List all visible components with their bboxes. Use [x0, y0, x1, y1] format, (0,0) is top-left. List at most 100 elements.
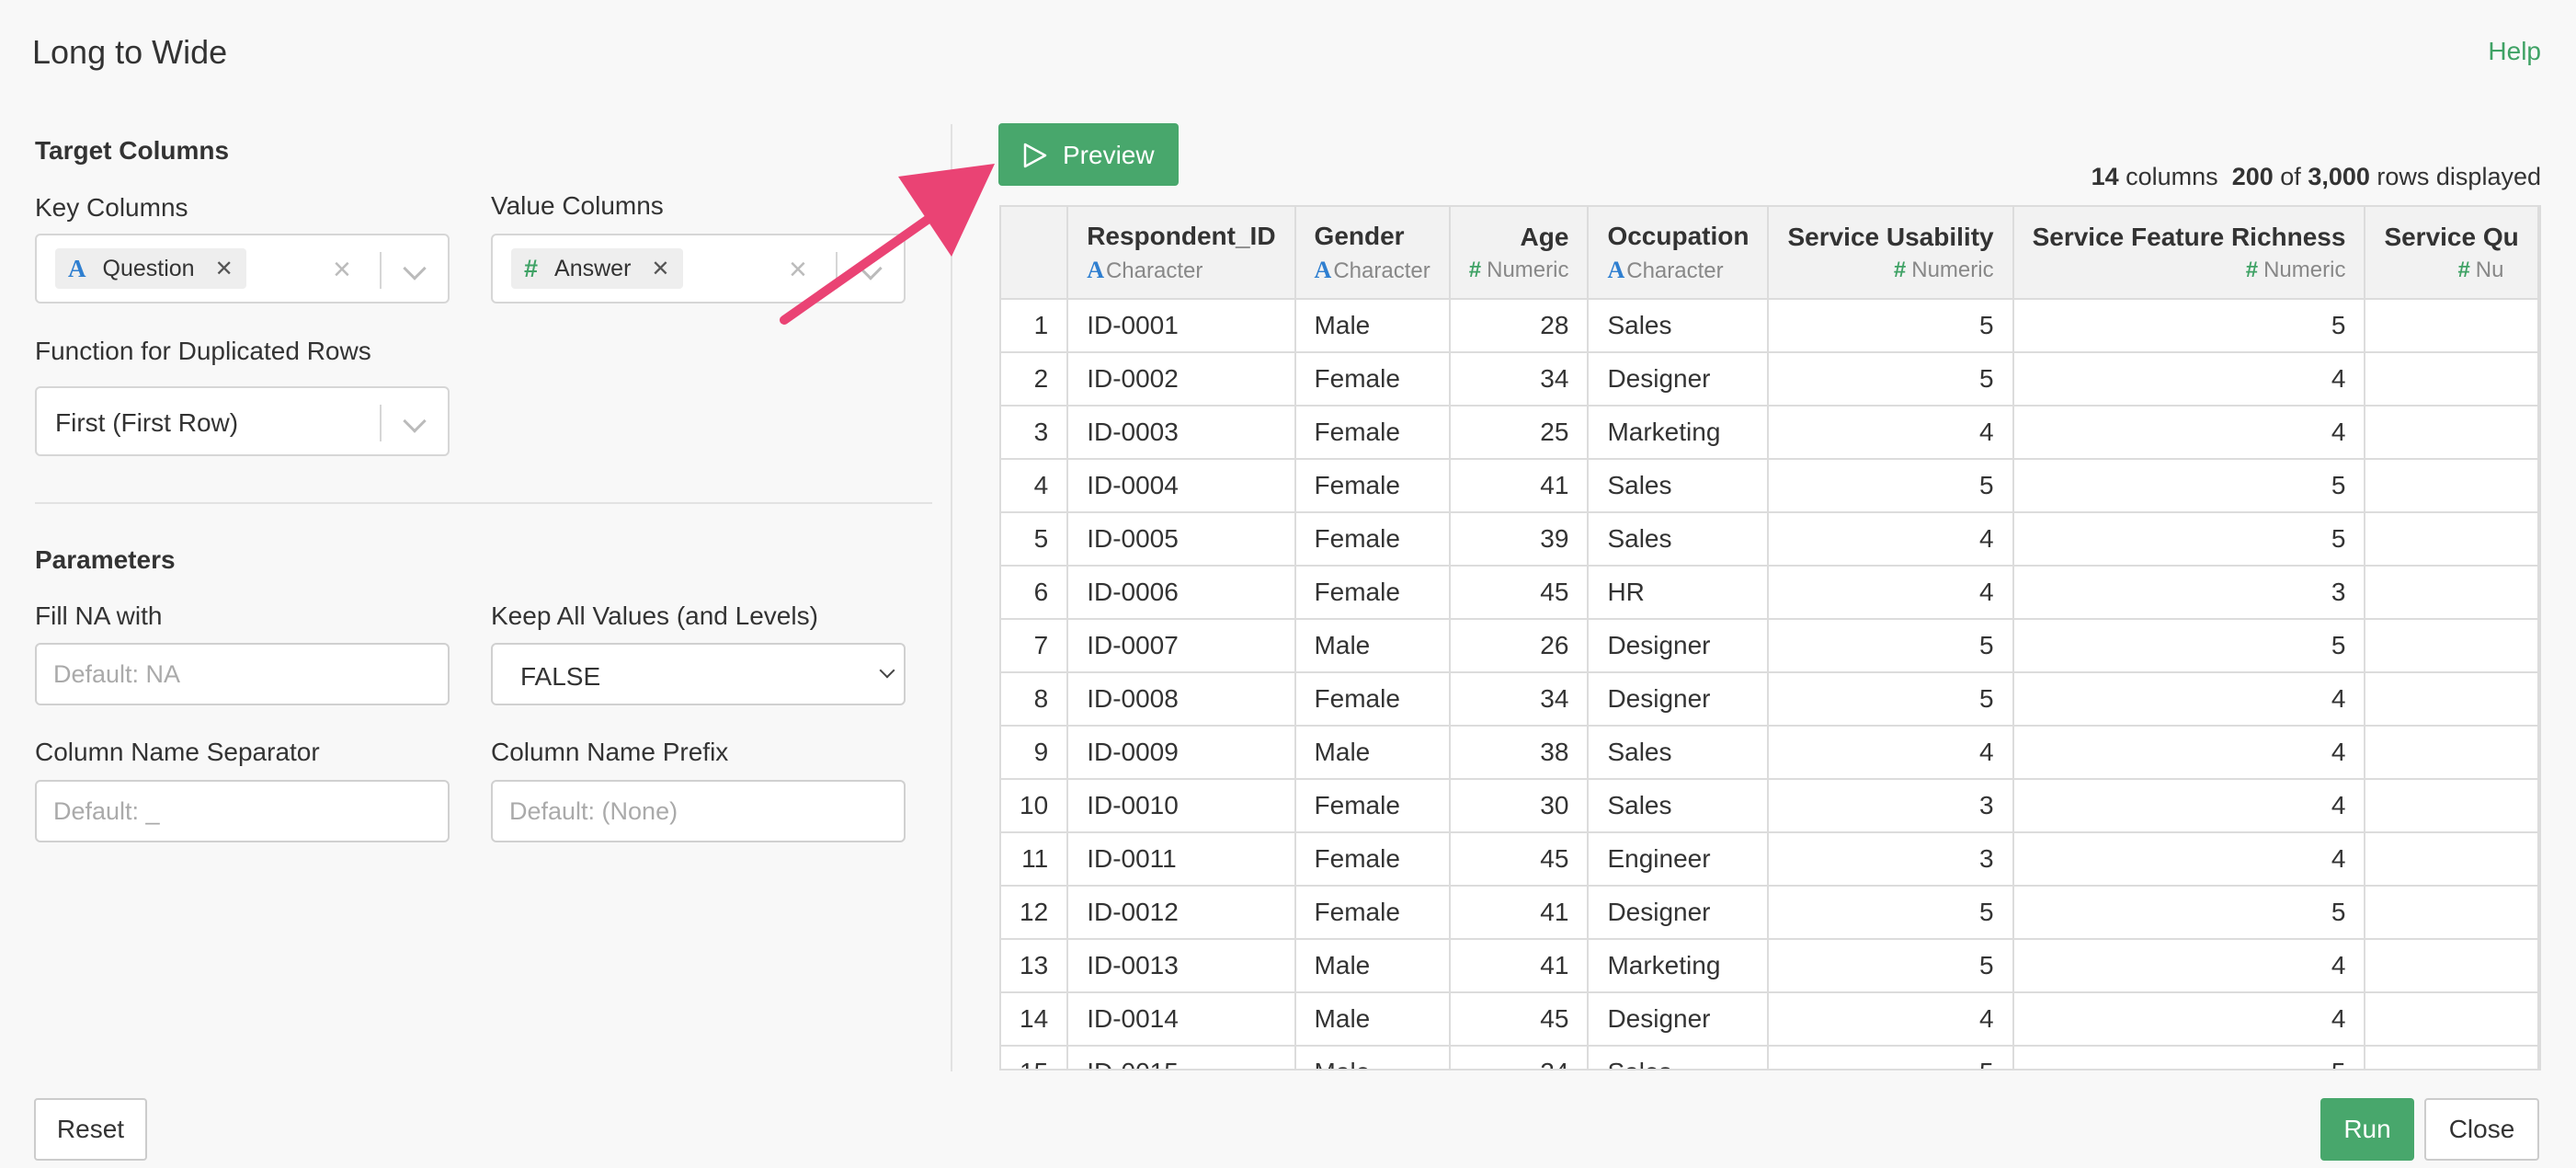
table-cell: 5 — [1768, 299, 2014, 353]
row-number: 9 — [1001, 726, 1069, 780]
table-row[interactable]: 11 ID-0011 Female 45 Engineer 3 4 — [1001, 832, 2539, 887]
clear-icon[interactable]: × — [789, 252, 807, 288]
table-row[interactable]: 13 ID-0013 Male 41 Marketing 5 4 — [1001, 939, 2539, 993]
table-cell: 24 — [1449, 1046, 1590, 1069]
table-cell: ID-0005 — [1067, 512, 1296, 567]
reset-button[interactable]: Reset — [34, 1098, 147, 1161]
close-button[interactable]: Close — [2424, 1098, 2539, 1161]
table-row[interactable]: 5 ID-0005 Female 39 Sales 4 5 — [1001, 512, 2539, 567]
data-grid[interactable]: Respondent_ID ACharacter Gender ACharact… — [999, 205, 2541, 1071]
table-cell: Designer — [1588, 992, 1770, 1047]
table-cell: Male — [1294, 992, 1451, 1047]
numeric-type-icon: # — [524, 254, 539, 282]
table-row[interactable]: 12 ID-0012 Female 41 Designer 5 5 — [1001, 886, 2539, 940]
table-cell: Female — [1294, 779, 1451, 833]
column-header[interactable]: Age # Numeric — [1449, 207, 1590, 300]
column-header[interactable]: Gender ACharacter — [1294, 207, 1451, 300]
chevron-down-icon[interactable] — [403, 257, 427, 281]
value-column-tag: # Answer ✕ — [511, 248, 683, 289]
numeric-type-icon: # — [2457, 257, 2470, 282]
table-cell: 5 — [2012, 619, 2366, 673]
column-header[interactable]: Occupation ACharacter — [1588, 207, 1770, 300]
table-cell: ID-0013 — [1067, 939, 1296, 993]
table-cell: 5 — [2012, 1046, 2366, 1069]
table-row[interactable]: 2 ID-0002 Female 34 Designer 5 4 — [1001, 352, 2539, 407]
character-type-icon: A — [1607, 256, 1625, 283]
table-row[interactable]: 6 ID-0006 Female 45 HR 4 3 — [1001, 566, 2539, 620]
remove-tag-icon[interactable]: ✕ — [215, 256, 234, 282]
rows-word: rows displayed — [2377, 163, 2541, 190]
table-cell: Female — [1294, 672, 1451, 727]
table-cell — [2365, 672, 2539, 727]
table-cell: 34 — [1449, 352, 1590, 407]
table-cell — [2365, 619, 2539, 673]
preview-button[interactable]: Preview — [998, 123, 1179, 186]
row-summary: 14 columns 200 of 3,000 rows displayed — [2092, 163, 2541, 191]
table-cell: Male — [1294, 939, 1451, 993]
table-cell: Sales — [1588, 459, 1770, 513]
table-cell: 45 — [1449, 832, 1590, 887]
table-row[interactable]: 7 ID-0007 Male 26 Designer 5 5 — [1001, 619, 2539, 673]
table-cell — [2365, 1046, 2539, 1069]
column-header[interactable]: Respondent_ID ACharacter — [1067, 207, 1296, 300]
column-header[interactable]: Service Feature Richness # Numeric — [2012, 207, 2366, 300]
table-cell: 45 — [1449, 992, 1590, 1047]
table-cell: 4 — [2012, 672, 2366, 727]
table-cell: 4 — [1768, 992, 2014, 1047]
preview-button-label: Preview — [1063, 141, 1155, 169]
table-cell: ID-0006 — [1067, 566, 1296, 620]
row-number: 10 — [1001, 779, 1069, 833]
column-header-type: Nu — [2475, 257, 2504, 282]
table-row[interactable]: 9 ID-0009 Male 38 Sales 4 4 — [1001, 726, 2539, 780]
help-link[interactable]: Help — [2488, 37, 2541, 66]
chevron-down-icon[interactable] — [859, 257, 883, 281]
key-columns-select[interactable]: A Question ✕ × — [35, 234, 450, 303]
table-cell: Sales — [1588, 299, 1770, 353]
column-header-name: Gender — [1314, 221, 1405, 250]
table-cell: Engineer — [1588, 832, 1770, 887]
value-column-tag-label: Answer — [554, 255, 632, 281]
value-columns-select[interactable]: # Answer ✕ × — [491, 234, 906, 303]
table-row[interactable]: 3 ID-0003 Female 25 Marketing 4 4 — [1001, 406, 2539, 460]
table-cell: Female — [1294, 352, 1451, 407]
column-header[interactable]: Service Usability # Numeric — [1768, 207, 2014, 300]
keep-all-values-select[interactable]: FALSE — [491, 643, 906, 705]
table-row[interactable]: 10 ID-0010 Female 30 Sales 3 4 — [1001, 779, 2539, 833]
column-header-type: Numeric — [1487, 257, 1569, 282]
column-header-type: Numeric — [2263, 257, 2346, 282]
table-row[interactable]: 15ID-0015Male24Sales55 — [1001, 1046, 2539, 1069]
table-row[interactable]: 14 ID-0014 Male 45 Designer 4 4 — [1001, 992, 2539, 1047]
fill-na-input[interactable] — [35, 643, 450, 705]
run-button[interactable]: Run — [2320, 1098, 2414, 1161]
table-cell: 41 — [1449, 939, 1590, 993]
table-cell: 5 — [2012, 299, 2366, 353]
row-number: 12 — [1001, 886, 1069, 940]
table-cell: Female — [1294, 459, 1451, 513]
table-cell: 5 — [2012, 459, 2366, 513]
rows-total: 3,000 — [2308, 163, 2370, 190]
row-number: 4 — [1001, 459, 1069, 513]
chevron-down-icon[interactable] — [403, 409, 427, 433]
table-row[interactable]: 8 ID-0008 Female 34 Designer 5 4 — [1001, 672, 2539, 727]
row-number: 11 — [1001, 832, 1069, 887]
clear-icon[interactable]: × — [333, 252, 351, 288]
table-cell: ID-0015 — [1067, 1046, 1296, 1069]
table-row[interactable]: 1 ID-0001 Male 28 Sales 5 5 — [1001, 299, 2539, 353]
dup-function-select[interactable]: First (First Row) — [35, 386, 450, 456]
table-row[interactable]: 4 ID-0004 Female 41 Sales 5 5 — [1001, 459, 2539, 513]
table-cell: Male — [1294, 1046, 1451, 1069]
remove-tag-icon[interactable]: ✕ — [651, 256, 669, 282]
table-cell — [2365, 512, 2539, 567]
table-cell: Male — [1294, 619, 1451, 673]
table-cell — [2365, 779, 2539, 833]
separator-input[interactable] — [35, 780, 450, 842]
table-cell: Female — [1294, 512, 1451, 567]
prefix-input[interactable] — [491, 780, 906, 842]
table-cell: ID-0002 — [1067, 352, 1296, 407]
keep-all-values-value: FALSE — [520, 662, 601, 691]
table-cell: Male — [1294, 299, 1451, 353]
table-cell: 28 — [1449, 299, 1590, 353]
separator-label: Column Name Separator — [35, 738, 320, 766]
table-cell: ID-0008 — [1067, 672, 1296, 727]
column-header[interactable]: Service Qu # Nu — [2365, 207, 2539, 300]
